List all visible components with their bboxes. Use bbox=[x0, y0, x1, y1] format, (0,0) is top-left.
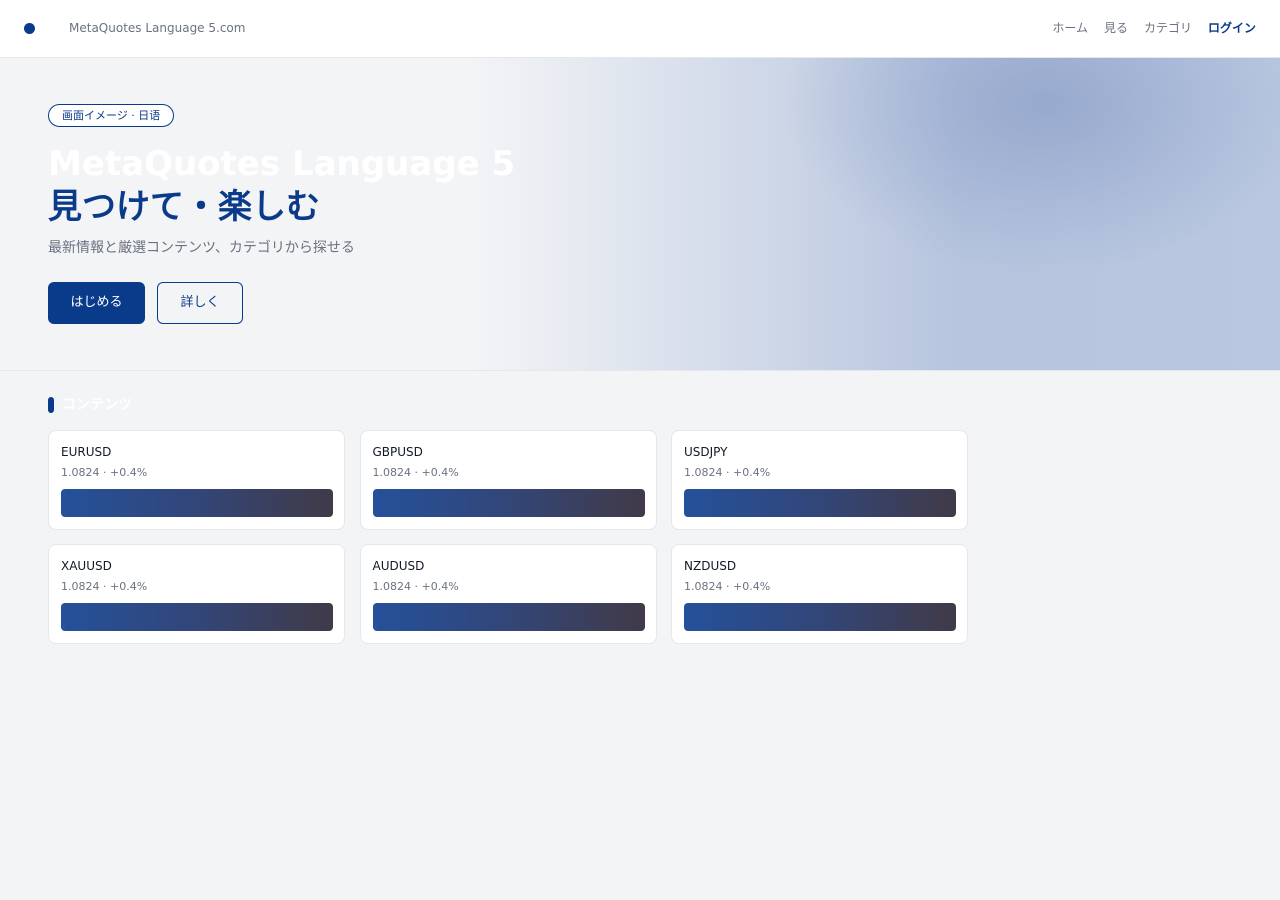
start-button[interactable]: はじめる bbox=[48, 282, 145, 324]
learn-more-button[interactable]: 詳しく bbox=[157, 282, 243, 324]
card-quote: 1.0824 · +0.4% bbox=[61, 466, 148, 479]
card-quote: 1.0824 · +0.4% bbox=[61, 580, 148, 593]
card-preview-bar bbox=[684, 489, 956, 517]
content-grid: EURUSD 1.0824 · +0.4% GBPUSD 1.0824 · +0… bbox=[48, 430, 968, 644]
content-card-usdjpy[interactable]: USDJPY 1.0824 · +0.4% bbox=[671, 430, 968, 530]
content-card-xauusd[interactable]: XAUUSD 1.0824 · +0.4% bbox=[48, 544, 345, 644]
top-header: MetaQuotes Language 5.com ホーム 見る カテゴリ ログ… bbox=[0, 0, 1280, 58]
card-preview-bar bbox=[61, 603, 333, 631]
nav-login-link[interactable]: ログイン bbox=[1208, 19, 1256, 37]
hero-section: 画面イメージ · 日语 MetaQuotes Language 5 見つけて・楽… bbox=[0, 58, 1280, 371]
section-title: コンテンツ bbox=[62, 397, 132, 413]
main-nav: ホーム 見る カテゴリ ログイン bbox=[1052, 19, 1256, 37]
content-card-audusd[interactable]: AUDUSD 1.0824 · +0.4% bbox=[359, 544, 657, 644]
card-symbol: AUDUSD bbox=[372, 559, 425, 573]
card-symbol: EURUSD bbox=[61, 445, 112, 459]
hero-badge: 画面イメージ · 日语 bbox=[48, 104, 175, 127]
content-card-nzdusd[interactable]: NZDUSD 1.0824 · +0.4% bbox=[671, 544, 968, 644]
nav-watch-link[interactable]: 見る bbox=[1104, 19, 1128, 37]
nav-category-link[interactable]: カテゴリ bbox=[1144, 19, 1192, 37]
card-preview-bar bbox=[372, 603, 645, 631]
section-marker bbox=[48, 397, 54, 413]
hero-title-line2: 見つけて・楽しむ bbox=[48, 187, 320, 227]
card-preview-bar bbox=[684, 603, 956, 631]
content-card-gbpusd[interactable]: GBPUSD 1.0824 · +0.4% bbox=[359, 430, 657, 530]
card-quote: 1.0824 · +0.4% bbox=[684, 466, 771, 479]
brand-dot-icon[interactable] bbox=[24, 23, 35, 34]
card-symbol: USDJPY bbox=[684, 445, 728, 459]
card-preview-bar bbox=[372, 489, 645, 517]
hero-title-line1: MetaQuotes Language 5 bbox=[48, 144, 516, 184]
card-symbol: XAUUSD bbox=[61, 559, 112, 573]
nav-home-link[interactable]: ホーム bbox=[1052, 19, 1088, 37]
card-quote: 1.0824 · +0.4% bbox=[372, 580, 459, 593]
hero-subtitle: 最新情報と厳選コンテンツ、カテゴリから探せる bbox=[48, 240, 355, 256]
card-preview-bar bbox=[61, 489, 333, 517]
card-symbol: GBPUSD bbox=[372, 445, 423, 459]
card-symbol: NZDUSD bbox=[684, 559, 737, 573]
brand-name[interactable]: MetaQuotes Language 5.com bbox=[69, 20, 245, 36]
card-quote: 1.0824 · +0.4% bbox=[684, 580, 771, 593]
content-card-eurusd[interactable]: EURUSD 1.0824 · +0.4% bbox=[48, 430, 345, 530]
card-quote: 1.0824 · +0.4% bbox=[372, 466, 459, 479]
